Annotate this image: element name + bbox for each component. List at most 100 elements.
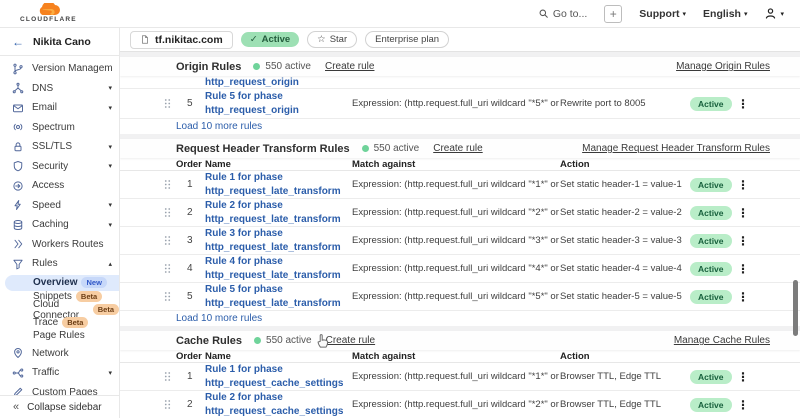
status-badge: Active: [690, 398, 732, 412]
language-menu[interactable]: English ▾: [703, 8, 747, 20]
chevron-down-icon: ▾: [744, 10, 748, 18]
support-menu[interactable]: Support ▾: [639, 8, 686, 20]
rule-name-line: http_request_cache_settings: [205, 377, 352, 391]
sidebar-item-speed[interactable]: Speed ▾: [0, 196, 119, 216]
rule-match: Expression: (http.request.full_uri wildc…: [352, 371, 560, 382]
create-rule-link[interactable]: Create rule: [325, 61, 374, 72]
cloudflare-logo[interactable]: CLOUDFLARE: [20, 3, 77, 24]
rule-name-link[interactable]: Rule 3 for phase http_request_late_trans…: [205, 227, 352, 254]
sidebar-item-rules[interactable]: Rules ▴: [0, 254, 119, 274]
domain-bar: tf.nikitac.com ✓ Active ☆ Star Enterpris…: [120, 28, 800, 52]
load-more-rules-link[interactable]: Load 10 more rules: [120, 119, 800, 134]
rule-name-link[interactable]: Rule 5 for phase http_request_origin: [205, 90, 352, 117]
sidebar-item-traffic[interactable]: Traffic ▾: [0, 363, 119, 383]
kebab-menu-icon[interactable]: ⋮: [734, 97, 752, 111]
sidebar-item-dns[interactable]: DNS ▾: [0, 79, 119, 99]
drag-handle-icon[interactable]: [164, 98, 180, 109]
drag-handle-icon[interactable]: [164, 399, 180, 410]
manage-origin-rules-link[interactable]: Manage Origin Rules: [676, 61, 770, 72]
rule-name-link[interactable]: Rule 1 for phase http_request_late_trans…: [205, 171, 352, 198]
sidebar-item-cloud-connector[interactable]: Cloud Connector Beta: [0, 303, 119, 316]
rule-order: 3: [180, 235, 205, 246]
back-arrow-icon[interactable]: ←: [12, 35, 24, 49]
add-site-button[interactable]: +: [604, 5, 622, 23]
star-label: Star: [330, 34, 347, 45]
collapse-label: Collapse sidebar: [27, 402, 102, 413]
domain-name: tf.nikitac.com: [155, 34, 223, 46]
rule-name-link[interactable]: Rule 4 for phase http_request_late_trans…: [205, 255, 352, 282]
goto-search[interactable]: Go to...: [538, 8, 587, 20]
sidebar-item-overview[interactable]: Overview New: [5, 275, 119, 291]
kebab-menu-icon[interactable]: ⋮: [734, 234, 752, 248]
star-button[interactable]: ☆ Star: [307, 31, 357, 48]
chevron-down-icon: ▾: [683, 10, 687, 18]
drag-handle-icon[interactable]: [164, 263, 180, 274]
beta-badge: Beta: [93, 304, 119, 315]
sidebar-item-custom-pages[interactable]: Custom Pages: [0, 383, 119, 395]
sidebar-item-label: Spectrum: [32, 122, 112, 133]
column-action: Action: [560, 351, 690, 362]
drag-handle-icon[interactable]: [164, 179, 180, 190]
table-header: Order Name Match against Action: [120, 350, 800, 363]
rule-match: Expression: (http.request.full_uri wildc…: [352, 98, 560, 109]
rule-match: Expression: (http.request.full_uri wildc…: [352, 263, 560, 274]
kebab-menu-icon[interactable]: ⋮: [734, 206, 752, 220]
transform-rules-section: Request Header Transform Rules 550 activ…: [120, 139, 800, 326]
transform-rules-header: Request Header Transform Rules 550 activ…: [120, 139, 800, 158]
kebab-menu-icon[interactable]: ⋮: [734, 398, 752, 412]
kebab-menu-icon[interactable]: ⋮: [734, 178, 752, 192]
sidebar-subitem-label: Page Rules: [33, 330, 85, 341]
sidebar-item-network[interactable]: Network: [0, 344, 119, 364]
domain-selector[interactable]: tf.nikitac.com: [130, 31, 233, 49]
kebab-menu-icon[interactable]: ⋮: [734, 370, 752, 384]
sidebar-item-page-rules[interactable]: Page Rules: [0, 329, 119, 342]
kebab-menu-icon[interactable]: ⋮: [734, 262, 752, 276]
sidebar-item-security[interactable]: Security ▾: [0, 157, 119, 177]
table-row: 2 Rule 2 for phase http_request_late_tra…: [120, 199, 800, 227]
rule-name-link[interactable]: Rule 2 for phase http_request_cache_sett…: [205, 391, 352, 418]
workers-icon: [12, 238, 24, 250]
drag-handle-icon[interactable]: [164, 291, 180, 302]
sidebar-item-label: Caching: [32, 219, 100, 230]
drag-handle-icon[interactable]: [164, 235, 180, 246]
rule-name-line: http_request_late_transform: [205, 185, 352, 199]
manage-cache-rules-link[interactable]: Manage Cache Rules: [674, 335, 770, 346]
dns-icon: [12, 82, 24, 94]
rule-name-line: http_request_late_transform: [205, 297, 352, 311]
drag-handle-icon[interactable]: [164, 207, 180, 218]
sidebar-item-workers-routes[interactable]: Workers Routes: [0, 235, 119, 255]
rule-name-link[interactable]: Rule 1 for phase http_request_cache_sett…: [205, 363, 352, 390]
sidebar-item-label: Custom Pages: [32, 387, 112, 395]
sidebar-item-access[interactable]: Access: [0, 176, 119, 196]
plus-icon: +: [610, 7, 617, 21]
account-menu[interactable]: ▾: [764, 7, 784, 20]
sidebar-item-spectrum[interactable]: Spectrum: [0, 118, 119, 138]
cloudflare-cloud-icon: [33, 3, 63, 16]
create-rule-link[interactable]: Create rule: [326, 335, 375, 346]
table-row: 5 Rule 5 for phase http_request_late_tra…: [120, 283, 800, 311]
collapse-sidebar-button[interactable]: « Collapse sidebar: [0, 395, 119, 418]
sidebar-item-email[interactable]: Email ▾: [0, 98, 119, 118]
vertical-scrollbar-thumb[interactable]: [793, 280, 798, 336]
load-more-rules-link[interactable]: Load 10 more rules: [120, 311, 800, 326]
create-rule-link[interactable]: Create rule: [433, 143, 482, 154]
chevron-down-icon: ▾: [108, 104, 112, 112]
rule-match: Expression: (http.request.full_uri wildc…: [352, 291, 560, 302]
cache-rules-header: Cache Rules 550 active Create rule Manag…: [120, 331, 800, 350]
rule-name-link[interactable]: Rule 2 for phase http_request_late_trans…: [205, 199, 352, 226]
rule-order: 5: [180, 291, 205, 302]
drag-handle-icon[interactable]: [164, 371, 180, 382]
kebab-menu-icon[interactable]: ⋮: [734, 290, 752, 304]
rule-name-line: http_request_late_transform: [205, 241, 352, 255]
sidebar-item-label: Network: [32, 348, 112, 359]
rule-name-link[interactable]: Rule 5 for phase http_request_late_trans…: [205, 283, 352, 310]
column-match: Match against: [352, 351, 560, 362]
sidebar-item-version-management[interactable]: Version Management: [0, 59, 119, 79]
rules-subnav: Overview New Snippets Beta Cloud Connect…: [0, 274, 119, 344]
sidebar-nav: Version Management DNS ▾ Email ▾ Spectru…: [0, 56, 119, 395]
sidebar-item-ssl-tls[interactable]: SSL/TLS ▾: [0, 137, 119, 157]
rule-name-link[interactable]: http_request_origin: [205, 76, 352, 89]
manage-transform-rules-link[interactable]: Manage Request Header Transform Rules: [582, 143, 770, 154]
pin-icon: [12, 347, 24, 359]
sidebar-item-caching[interactable]: Caching ▾: [0, 215, 119, 235]
